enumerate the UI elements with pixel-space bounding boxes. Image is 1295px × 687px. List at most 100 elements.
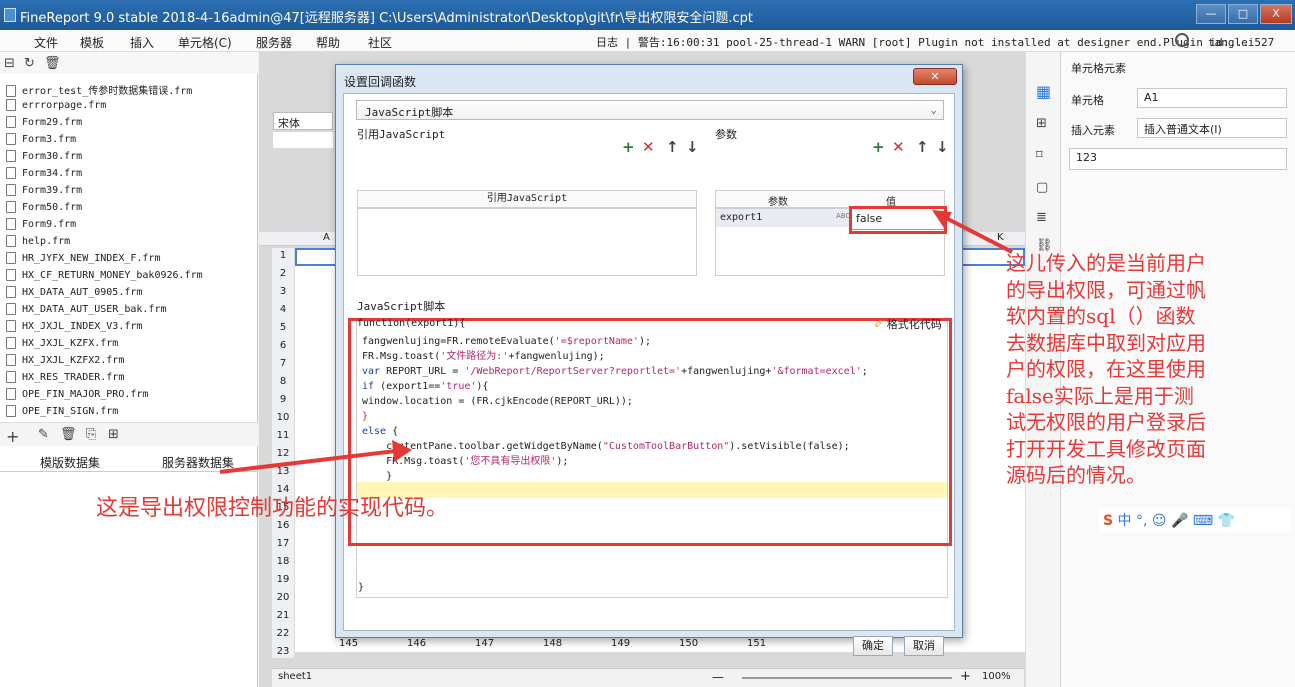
sheet-tab[interactable]: sheet1	[278, 671, 312, 682]
preview-icon[interactable]: ⎘	[86, 427, 96, 442]
list-item[interactable]: HX_RES_TRADER.frm	[6, 371, 124, 387]
cancel-button[interactable]: 取消	[904, 636, 944, 656]
list-item[interactable]: Form39.frm	[6, 184, 82, 200]
list-item[interactable]: OPE_FIN_MAJOR_PRO.frm	[6, 388, 148, 404]
ime-toolbar[interactable]: S 中 °, ☺ 🎤 ⌨ 👕	[1099, 508, 1291, 532]
list-item[interactable]: errrorpage.frm	[6, 99, 106, 115]
cell-element-icon[interactable]: ▦	[1036, 82, 1051, 101]
add-ref-button[interactable]: +	[622, 138, 635, 156]
file-icon	[6, 371, 16, 383]
content-field[interactable]: 123	[1069, 148, 1287, 170]
list-item[interactable]: OPE_FIN_SIGN.frm	[6, 405, 118, 421]
edit-icon[interactable]: ✎	[38, 427, 49, 442]
emoji-icon[interactable]: ☺	[1152, 513, 1167, 529]
list-item[interactable]: help.frm	[6, 235, 70, 251]
callback-dialog: 设置回调函数 ✕ JavaScript脚本 ⌄ 引用JavaScript 参数 +…	[335, 64, 963, 656]
skin-icon[interactable]: 👕	[1218, 513, 1235, 529]
minimize-button[interactable]: —	[1196, 4, 1226, 24]
menu-file[interactable]: 文件	[34, 34, 58, 51]
file-icon	[6, 218, 16, 230]
column-k[interactable]: K	[997, 232, 1004, 243]
menu-template[interactable]: 模板	[80, 34, 104, 51]
add-param-button[interactable]: +	[872, 138, 885, 156]
script-type-select[interactable]: JavaScript脚本 ⌄	[356, 100, 944, 120]
ok-button[interactable]: 确定	[853, 636, 893, 656]
menu-server[interactable]: 服务器	[256, 34, 292, 51]
zoom-out[interactable]: —	[712, 670, 724, 684]
username[interactable]: tanglei527	[1208, 36, 1274, 49]
move-down-button[interactable]: ↓	[686, 138, 699, 156]
cell-label: 单元格	[1071, 94, 1104, 107]
list-item[interactable]: Form9.frm	[6, 218, 76, 234]
list-item[interactable]: error_test_传参时数据集错误.frm	[6, 82, 192, 98]
list-item[interactable]: Form3.frm	[6, 133, 76, 149]
open-folder-icon[interactable]: ⊟	[4, 56, 15, 71]
format-code-button[interactable]: ✐ 格式化代码	[874, 316, 942, 332]
tab-template-dataset[interactable]: 模版数据集	[40, 454, 100, 471]
list-icon[interactable]: ≣	[1036, 210, 1047, 225]
menu-insert[interactable]: 插入	[130, 34, 154, 51]
keyboard-icon[interactable]: ⌨	[1193, 513, 1213, 529]
menu-help[interactable]: 帮助	[316, 34, 340, 51]
remove-param-button[interactable]: ✕	[892, 138, 905, 156]
zoom-in[interactable]: +	[960, 669, 971, 684]
search-icon[interactable]	[1175, 33, 1189, 47]
add-icon[interactable]: +	[6, 427, 19, 446]
dialog-close-button[interactable]: ✕	[913, 68, 957, 85]
menu-community[interactable]: 社区	[368, 34, 392, 51]
maximize-button[interactable]: □	[1228, 4, 1258, 24]
list-item[interactable]: HX_DATA_AUT_0905.frm	[6, 286, 142, 302]
ime-mode[interactable]: 中	[1118, 513, 1132, 529]
ruler	[273, 132, 333, 148]
app-icon	[4, 8, 16, 22]
list-item[interactable]: HX_JXJL_KZFX.frm	[6, 337, 118, 353]
delete-icon[interactable]: 🗑	[60, 427, 77, 442]
param-up-button[interactable]: ↑	[916, 138, 929, 156]
param-name: export1	[720, 212, 763, 223]
list-item[interactable]: HX_JXJL_KZFX2.frm	[6, 354, 124, 370]
list-item[interactable]: HX_CF_RETURN_MONEY_bak0926.frm	[6, 269, 203, 285]
zoom-level: 100%	[982, 671, 1011, 682]
insert-select[interactable]: 插入普通文本(I)	[1137, 118, 1287, 138]
ref-js-header: 引用JavaScript	[357, 190, 697, 208]
close-window-button[interactable]: X	[1260, 4, 1292, 24]
list-item[interactable]: HX_DATA_AUT_USER_bak.frm	[6, 303, 167, 319]
param-col-header: 参数	[768, 197, 788, 208]
param-down-button[interactable]: ↓	[936, 138, 949, 156]
ref-js-table[interactable]	[357, 208, 697, 276]
refresh-icon[interactable]: ↻	[24, 56, 35, 71]
condition-icon[interactable]: ▢	[1036, 180, 1048, 195]
file-icon	[6, 303, 16, 315]
template-panel: ⊟ ↻ 🗑 error_test_传参时数据集错误.frm errrorpage…	[0, 52, 258, 687]
list-item[interactable]: HX_JXJL_INDEX_V3.frm	[6, 320, 142, 336]
tab-server-dataset[interactable]: 服务器数据集	[162, 454, 234, 471]
cell-attr-icon[interactable]: ⊞	[1036, 116, 1047, 131]
file-icon	[6, 320, 16, 332]
function-close: }	[358, 582, 365, 593]
table-icon[interactable]: ⊞	[108, 427, 119, 442]
delete-icon[interactable]: 🗑	[44, 56, 61, 71]
font-select[interactable]: 宋体	[273, 112, 333, 130]
file-icon	[6, 133, 16, 145]
list-item[interactable]: HR_JYFX_NEW_INDEX_F.frm	[6, 252, 160, 268]
log-status[interactable]: 日志 | 警告:16:00:31 pool-25-thread-1 WARN […	[596, 34, 1249, 50]
zoom-slider[interactable]	[742, 677, 952, 679]
menu-cell[interactable]: 单元格(C)	[178, 34, 232, 51]
list-item[interactable]: Form50.frm	[6, 201, 82, 217]
mic-icon[interactable]: 🎤	[1171, 513, 1188, 529]
column-a[interactable]: A	[323, 232, 330, 243]
list-item[interactable]: Form29.frm	[6, 116, 82, 132]
file-icon	[6, 85, 16, 97]
widget-icon[interactable]: ⌑	[1036, 148, 1043, 163]
annotation-left: 这是导出权限控制功能的实现代码。	[96, 496, 449, 521]
cell-field[interactable]: A1	[1137, 88, 1287, 108]
list-item[interactable]: Form34.frm	[6, 167, 82, 183]
punctuation-icon[interactable]: °,	[1136, 513, 1147, 529]
list-item[interactable]: Form30.frm	[6, 150, 82, 166]
file-icon	[6, 252, 16, 264]
file-icon	[6, 286, 16, 298]
move-up-button[interactable]: ↑	[666, 138, 679, 156]
sogou-icon: S	[1103, 513, 1114, 529]
sheet-bar: sheet1 — + 100%	[272, 668, 1024, 687]
remove-ref-button[interactable]: ✕	[642, 138, 655, 156]
